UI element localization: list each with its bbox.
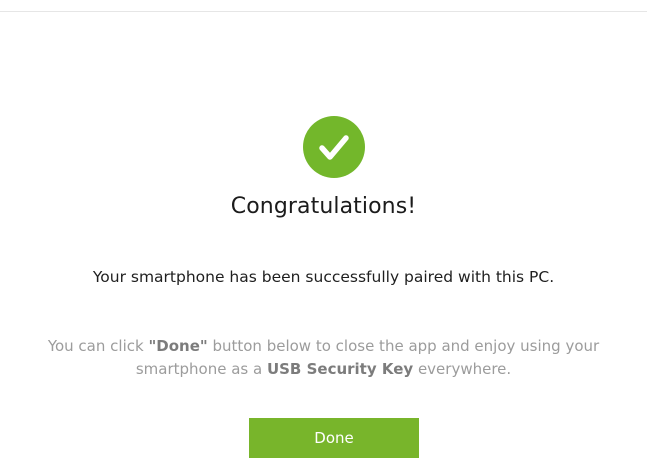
top-divider [0, 11, 647, 12]
success-message: Your smartphone has been successfully pa… [92, 268, 555, 286]
page-title: Congratulations! [230, 194, 417, 219]
instruction-part-3: everywhere. [413, 360, 512, 378]
pairing-success-page: Congratulations! Your smartphone has bee… [0, 0, 647, 458]
instruction-text: You can click "Done" button below to clo… [40, 335, 607, 381]
usb-security-key-reference: USB Security Key [266, 360, 414, 378]
done-button[interactable]: Done [249, 418, 419, 458]
done-reference: "Done" [148, 337, 208, 355]
instruction-part-1: You can click [47, 337, 149, 355]
checkmark-circle-icon [303, 116, 365, 178]
